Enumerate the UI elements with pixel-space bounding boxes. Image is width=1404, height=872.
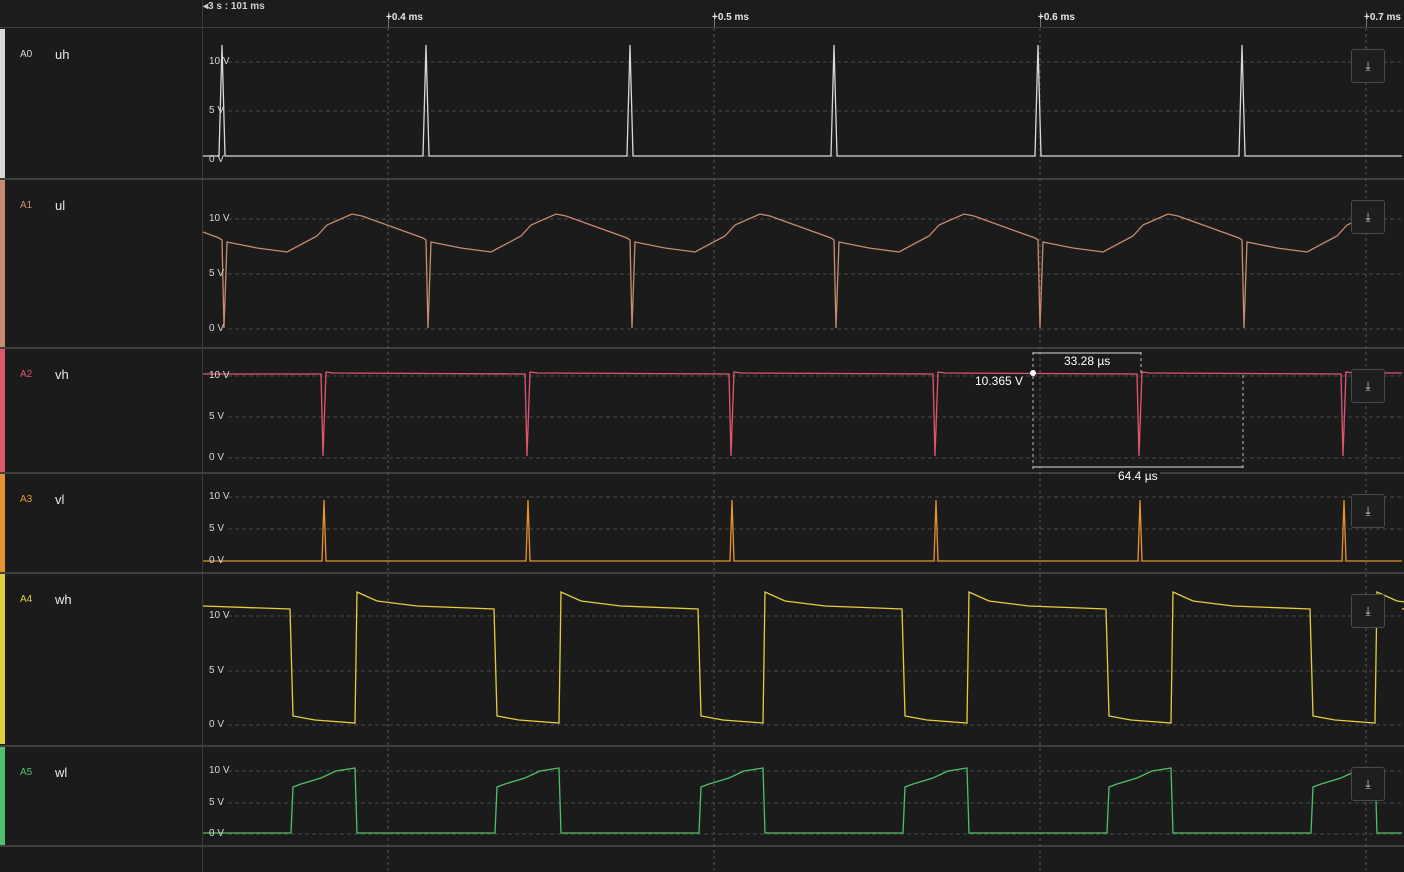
y-label-a2-0v: 0 V — [209, 452, 225, 463]
y-label-a5-0v: 0 V — [209, 828, 225, 839]
y-label-a0-10v: 10 V — [209, 56, 230, 67]
waveform-a2 — [203, 371, 1402, 457]
y-label-a3-5v: 5 V — [209, 523, 225, 534]
auto-scale-button-a5[interactable]: ⤓ — [1351, 767, 1385, 801]
vertical-fit-icon: ⤓ — [1365, 603, 1371, 618]
measurement-width-short: 33.28 µs — [1062, 354, 1113, 368]
waveform-a1 — [202, 213, 1383, 329]
auto-scale-button-a4[interactable]: ⤓ — [1351, 594, 1385, 628]
auto-scale-button-a0[interactable]: ⤓ — [1351, 49, 1385, 83]
y-label-a3-0v: 0 V — [209, 555, 225, 566]
y-label-a3-10v: 10 V — [209, 491, 230, 502]
y-label-a2-5v: 5 V — [209, 411, 225, 422]
y-label-a1-5v: 5 V — [209, 268, 225, 279]
y-label-a1-10v: 10 V — [209, 213, 230, 224]
vertical-fit-icon: ⤓ — [1365, 378, 1371, 393]
auto-scale-button-a3[interactable]: ⤓ — [1351, 494, 1385, 528]
y-label-a5-5v: 5 V — [209, 797, 225, 808]
y-label-a1-0v: 0 V — [209, 323, 225, 334]
vertical-fit-icon: ⤓ — [1365, 776, 1371, 791]
vertical-fit-icon: ⤓ — [1365, 58, 1371, 73]
measurement-point — [1030, 370, 1036, 376]
y-label-a2-10v: 10 V — [209, 370, 230, 381]
waveform-canvas[interactable] — [0, 0, 1404, 872]
waveform-a3 — [203, 499, 1402, 562]
y-label-a4-10v: 10 V — [209, 610, 230, 621]
vertical-fit-icon: ⤓ — [1365, 209, 1371, 224]
y-label-a4-5v: 5 V — [209, 665, 225, 676]
waveform-a4 — [202, 591, 1404, 724]
waveform-a5 — [203, 767, 1402, 834]
y-label-a0-5v: 5 V — [209, 105, 225, 116]
auto-scale-button-a1[interactable]: ⤓ — [1351, 200, 1385, 234]
y-label-a0-0v: 0 V — [209, 154, 225, 165]
measurement-width-long: 64.4 µs — [1116, 469, 1160, 483]
y-label-a5-10v: 10 V — [209, 765, 230, 776]
y-label-a4-0v: 0 V — [209, 719, 225, 730]
vertical-fit-icon: ⤓ — [1365, 503, 1371, 518]
measurement-point-value: 10.365 V — [973, 374, 1026, 388]
auto-scale-button-a2[interactable]: ⤓ — [1351, 369, 1385, 403]
